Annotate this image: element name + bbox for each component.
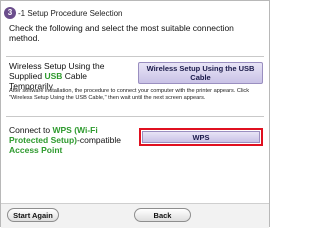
instruction-text: Check the following and select the most … [9,23,234,43]
step-number-badge: 3 [4,7,16,19]
footer-bar: Start Again Back [1,203,269,228]
back-button[interactable]: Back [134,208,191,222]
step-header: 3 -1 Setup Procedure Selection [4,6,123,20]
usb-option-label: Wireless Setup Using the Supplied USB Ca… [9,61,129,91]
wps-label-before: Connect to [9,125,53,135]
wps-label-highlight-2: Access Point [9,145,63,155]
setup-window: 3 -1 Setup Procedure Selection Check the… [0,0,270,228]
divider-middle [6,116,264,117]
usb-option-note: After software installation, the procedu… [9,88,250,101]
start-again-button[interactable]: Start Again [7,208,59,222]
wps-option-label: Connect to WPS (Wi-Fi Protected Setup)-c… [9,125,135,155]
wps-label-middle: -compatible [77,135,121,145]
wireless-setup-usb-button[interactable]: Wireless Setup Using the USB Cable [138,62,263,84]
wps-highlight-outline: WPS [139,128,263,146]
wps-button[interactable]: WPS [142,131,260,143]
usb-label-highlight: USB [44,71,63,81]
divider-top [6,56,264,57]
step-title: -1 Setup Procedure Selection [18,8,123,18]
